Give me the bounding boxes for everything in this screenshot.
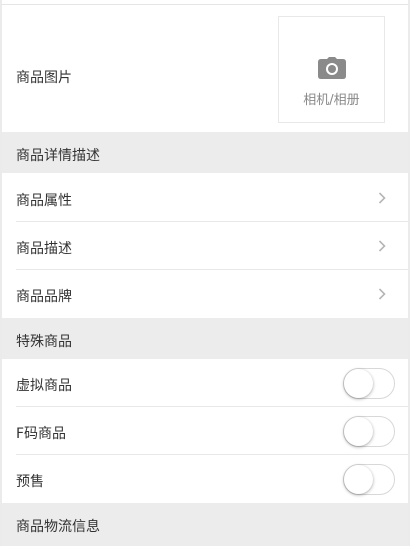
row-product-description[interactable]: 商品描述 — [2, 222, 408, 270]
row-label: F码商品 — [16, 426, 67, 442]
chevron-right-icon — [378, 192, 386, 204]
upload-hint: 相机/相册 — [303, 93, 360, 108]
section-header-details: 商品详情描述 — [2, 132, 408, 173]
chevron-right-icon — [378, 288, 386, 300]
row-label: 商品描述 — [16, 241, 72, 257]
section-title: 商品物流信息 — [16, 519, 100, 535]
camera-icon — [318, 57, 346, 79]
section-header-logistics: 商品物流信息 — [2, 503, 408, 546]
row-label: 商品品牌 — [16, 289, 72, 305]
section-title: 商品详情描述 — [16, 148, 100, 164]
product-image-label: 商品图片 — [16, 70, 72, 86]
toggle-knob — [344, 417, 373, 446]
presale-toggle[interactable] — [343, 464, 395, 495]
row-label: 预售 — [16, 474, 44, 490]
row-label: 虚拟商品 — [16, 378, 72, 394]
section-header-special: 特殊商品 — [2, 318, 408, 359]
row-label: 商品属性 — [16, 193, 72, 209]
toggle-knob — [344, 369, 373, 398]
image-upload-button[interactable]: 相机/相册 — [278, 16, 385, 123]
section-title: 特殊商品 — [16, 334, 72, 350]
virtual-product-toggle[interactable] — [343, 368, 395, 399]
row-product-brand[interactable]: 商品品牌 — [2, 270, 408, 318]
row-product-attributes[interactable]: 商品属性 — [2, 174, 408, 222]
f-code-product-toggle[interactable] — [343, 416, 395, 447]
chevron-right-icon — [378, 240, 386, 252]
toggle-knob — [344, 465, 373, 494]
row-virtual-product: 虚拟商品 — [2, 359, 408, 407]
product-edit-page: 商品图片 相机/相册 商品详情描述 商品属性 商品描述 商品品牌 特殊商品 虚拟… — [2, 0, 408, 546]
row-f-code-product: F码商品 — [2, 407, 408, 455]
product-image-row: 商品图片 相机/相册 — [2, 5, 408, 132]
row-presale: 预售 — [2, 455, 408, 503]
